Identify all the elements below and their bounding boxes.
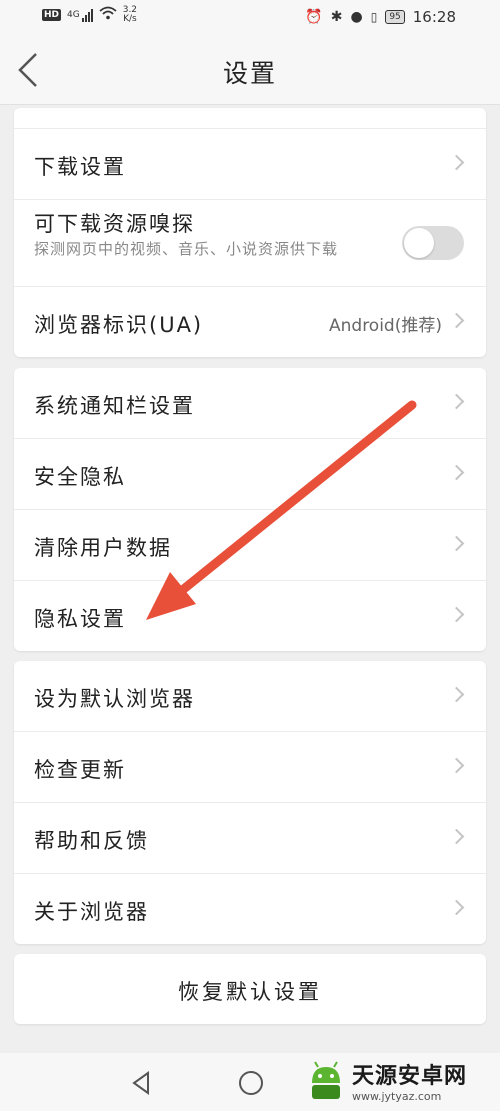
net-speed: 3.2 K/s — [123, 6, 137, 24]
scrolled-row-stub — [14, 108, 486, 129]
privacy-settings-item[interactable]: 隐私设置 — [14, 581, 486, 651]
item-label: 帮助和反馈 — [34, 829, 149, 853]
toggle-knob — [404, 228, 434, 258]
alarm-icon: ⏰ — [305, 9, 323, 25]
network-type: 4G — [67, 10, 80, 20]
watermark-name: 天源安卓网 — [352, 1064, 468, 1089]
wifi-icon — [99, 6, 117, 24]
item-label: 关于浏览器 — [34, 900, 149, 924]
signal-icon — [81, 8, 93, 22]
chevron-right-icon — [448, 828, 465, 845]
item-label: 设为默认浏览器 — [34, 687, 195, 711]
chevron-right-icon — [448, 899, 465, 916]
item-label: 清除用户数据 — [34, 536, 172, 560]
about-browser-item[interactable]: 关于浏览器 — [14, 874, 486, 944]
chevron-right-icon — [448, 154, 465, 171]
watermark-text: 天源安卓网 www.jytyaz.com — [352, 1058, 467, 1103]
chevron-right-icon — [448, 393, 465, 410]
settings-group-about: 设为默认浏览器 检查更新 帮助和反馈 关于浏览器 — [14, 661, 486, 944]
clock: 16:28 — [412, 8, 456, 26]
item-label: 隐私设置 — [34, 607, 126, 631]
chevron-right-icon — [448, 535, 465, 552]
ua-label: 浏览器标识(UA) — [34, 313, 204, 337]
chevron-right-icon — [448, 464, 465, 481]
bluetooth-icon: ✱ — [330, 9, 343, 25]
app-bar: 设置 — [0, 36, 500, 105]
status-left: HD 4G 3.2 K/s — [42, 6, 137, 24]
page-title: 设置 — [222, 59, 277, 88]
item-label: 安全隐私 — [34, 465, 126, 489]
watermark-url: www.jytyaz.com — [352, 1090, 442, 1103]
watermark: 天源安卓网 www.jytyaz.com — [306, 1058, 467, 1103]
vibrate-icon: ▯ — [370, 10, 378, 24]
nav-home-icon[interactable] — [239, 1071, 263, 1095]
resource-sniff-title: 可下载资源嗅探 — [34, 212, 195, 236]
ua-value: Android(推荐) — [329, 316, 442, 336]
settings-group-privacy: 系统通知栏设置 安全隐私 清除用户数据 隐私设置 — [14, 368, 486, 651]
restore-defaults-button[interactable]: 恢复默认设置 — [14, 954, 486, 1024]
status-right: ⏰ ✱ ● ▯ 95 16:28 — [305, 8, 456, 26]
hd-badge: HD — [42, 9, 62, 21]
clear-user-data-item[interactable]: 清除用户数据 — [14, 510, 486, 581]
item-label: 检查更新 — [34, 758, 126, 782]
location-icon: ● — [350, 9, 363, 25]
security-privacy-item[interactable]: 安全隐私 — [14, 439, 486, 510]
android-logo-icon — [312, 1060, 340, 1099]
battery-icon: 95 — [385, 10, 405, 24]
chevron-right-icon — [448, 757, 465, 774]
status-bar: HD 4G 3.2 K/s ⏰ ✱ ● ▯ 95 16:28 — [0, 0, 500, 36]
nav-back-icon[interactable] — [130, 1071, 154, 1095]
chevron-right-icon — [448, 312, 465, 329]
net-speed-unit: K/s — [123, 14, 137, 24]
resource-sniff-desc: 探测网页中的视频、音乐、小说资源供下载 — [34, 240, 339, 258]
resource-sniff-toggle[interactable] — [402, 226, 464, 260]
download-settings-label: 下载设置 — [34, 155, 126, 179]
download-settings-item[interactable]: 下载设置 — [14, 129, 486, 200]
ua-item[interactable]: 浏览器标识(UA) Android(推荐) — [14, 287, 486, 357]
chevron-right-icon — [448, 686, 465, 703]
resource-sniff-item[interactable]: 可下载资源嗅探 探测网页中的视频、音乐、小说资源供下载 — [14, 200, 486, 287]
restore-defaults-label: 恢复默认设置 — [178, 980, 322, 1004]
set-default-browser-item[interactable]: 设为默认浏览器 — [14, 661, 486, 732]
item-label: 系统通知栏设置 — [34, 394, 195, 418]
notification-bar-settings-item[interactable]: 系统通知栏设置 — [14, 368, 486, 439]
settings-group-download: 下载设置 可下载资源嗅探 探测网页中的视频、音乐、小说资源供下载 浏览器标识(U… — [14, 108, 486, 357]
chevron-right-icon — [448, 606, 465, 623]
help-feedback-item[interactable]: 帮助和反馈 — [14, 803, 486, 874]
check-update-item[interactable]: 检查更新 — [14, 732, 486, 803]
